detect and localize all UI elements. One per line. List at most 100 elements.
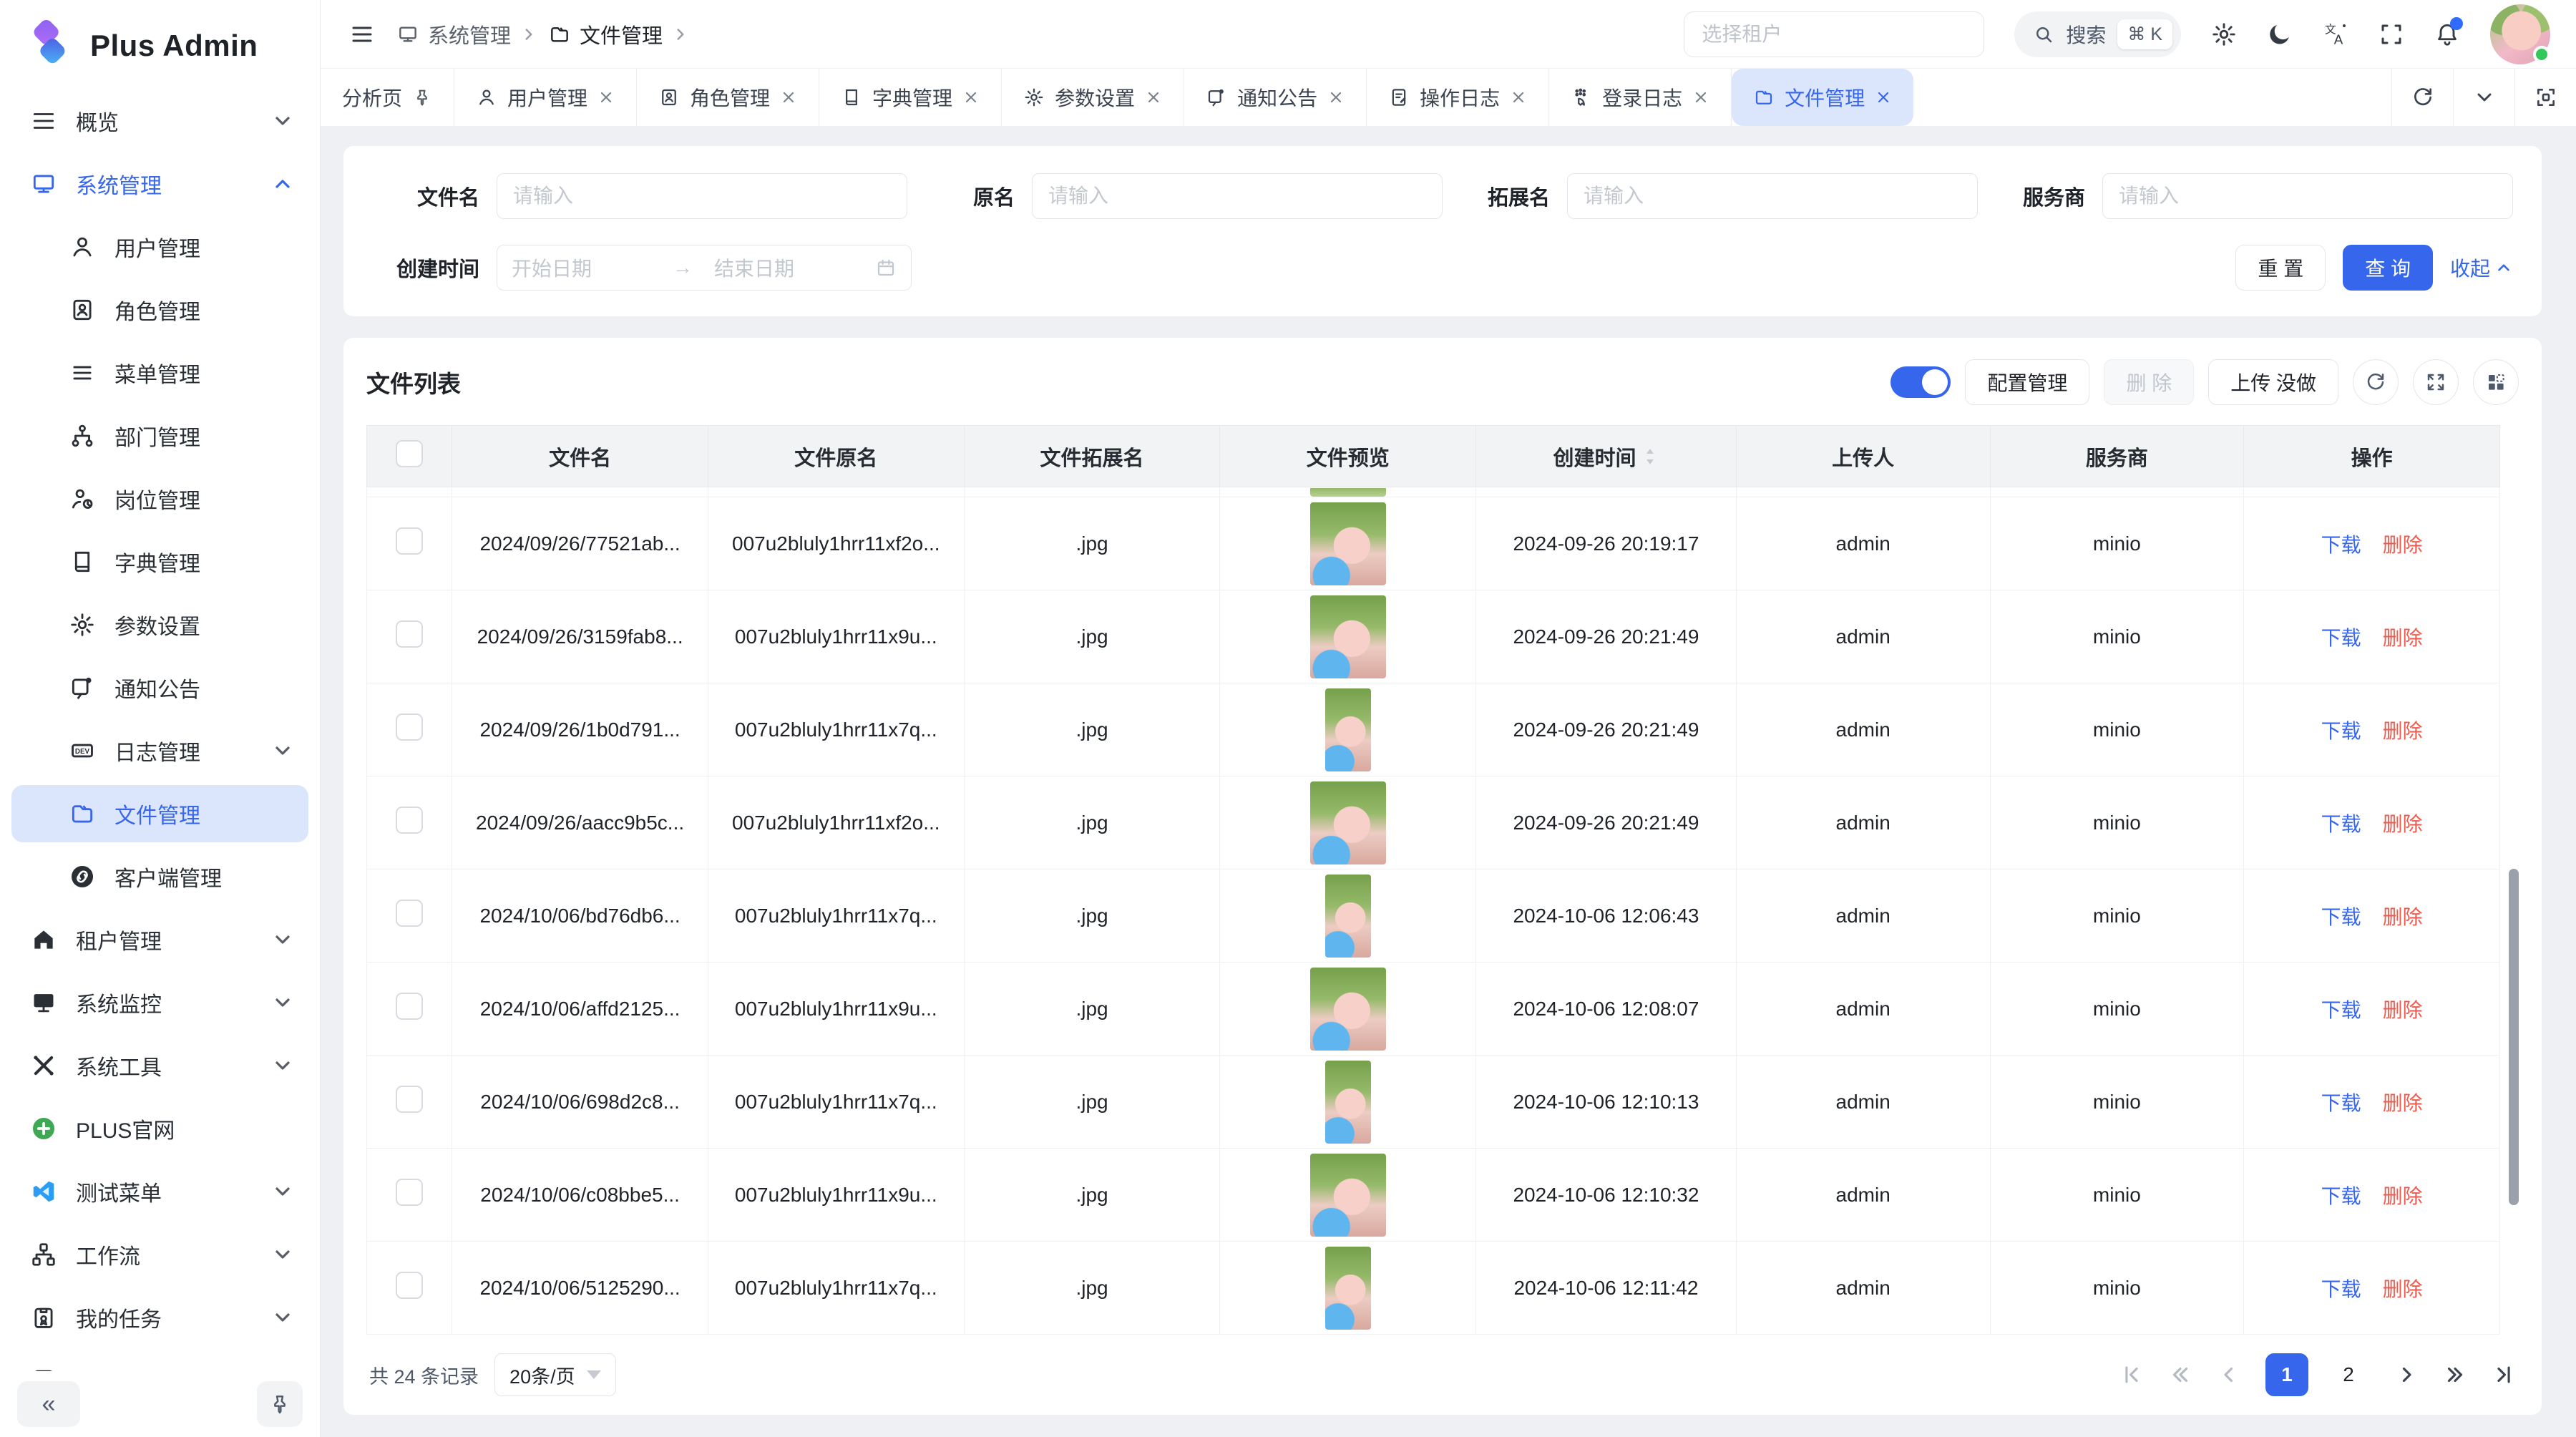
sidebar-subitem[interactable]: 参数设置 bbox=[11, 596, 308, 653]
row-checkbox[interactable] bbox=[396, 527, 423, 555]
notifications-bell-icon[interactable] bbox=[2434, 21, 2460, 47]
sidebar-item[interactable]: PLUS官网 bbox=[11, 1100, 308, 1157]
column-header[interactable]: 服务商 bbox=[1990, 426, 2244, 487]
download-link[interactable]: 下载 bbox=[2321, 530, 2361, 558]
file-thumbnail[interactable] bbox=[1310, 595, 1386, 678]
tab-close-icon[interactable] bbox=[597, 89, 615, 106]
tab-close-icon[interactable] bbox=[1692, 89, 1709, 106]
sidebar-item[interactable]: 工作流 bbox=[11, 1226, 308, 1283]
breadcrumb-item[interactable]: 系统管理 bbox=[396, 19, 538, 49]
delete-link[interactable]: 删除 bbox=[2383, 1274, 2423, 1302]
column-header[interactable]: 文件拓展名 bbox=[964, 426, 1220, 487]
sidebar-subitem[interactable]: 角色管理 bbox=[11, 281, 308, 338]
page-tab[interactable]: 操作日志 bbox=[1367, 69, 1549, 126]
column-header[interactable]: 操作 bbox=[2244, 426, 2500, 487]
translate-icon[interactable]: 文A bbox=[2323, 21, 2348, 47]
delete-link[interactable]: 删除 bbox=[2383, 716, 2423, 744]
tab-close-icon[interactable] bbox=[1327, 89, 1345, 106]
sidebar-collapse-button[interactable]: « bbox=[17, 1381, 80, 1427]
delete-link[interactable]: 删除 bbox=[2383, 530, 2423, 558]
page-tab[interactable]: 用户管理 bbox=[454, 69, 637, 126]
row-checkbox[interactable] bbox=[396, 1179, 423, 1206]
tab-menu-chevron-icon[interactable] bbox=[2453, 69, 2514, 126]
prev-page-icon[interactable] bbox=[2217, 1363, 2241, 1387]
search-button[interactable]: 查 询 bbox=[2343, 245, 2433, 291]
select-all-checkbox[interactable] bbox=[396, 440, 423, 467]
upload-button[interactable]: 上传 没做 bbox=[2208, 359, 2338, 405]
settings-gear-icon[interactable] bbox=[2211, 21, 2237, 47]
table-fullscreen-button[interactable] bbox=[2413, 359, 2459, 405]
sidebar-item[interactable]: 概览 bbox=[11, 92, 308, 150]
sidebar-subitem[interactable]: 客户端管理 bbox=[11, 848, 308, 905]
download-link[interactable]: 下载 bbox=[2321, 716, 2361, 744]
sidebar-pin-button[interactable] bbox=[257, 1381, 303, 1427]
sidebar-item[interactable]: 系统管理 bbox=[11, 155, 308, 213]
refresh-tab-icon[interactable] bbox=[2391, 69, 2453, 126]
page-tab[interactable]: 通知公告 bbox=[1184, 69, 1367, 126]
row-checkbox[interactable] bbox=[396, 993, 423, 1020]
download-link[interactable]: 下载 bbox=[2321, 623, 2361, 651]
tab-close-icon[interactable] bbox=[962, 89, 980, 106]
delete-link[interactable]: 删除 bbox=[2383, 809, 2423, 837]
sidebar-item[interactable]: 系统监控 bbox=[11, 974, 308, 1031]
file-thumbnail[interactable] bbox=[1310, 1154, 1386, 1237]
column-settings-button[interactable] bbox=[2473, 359, 2519, 405]
breadcrumb-item[interactable]: 文件管理 bbox=[548, 19, 690, 49]
table-scrollbar-thumb[interactable] bbox=[2509, 869, 2519, 1205]
download-link[interactable]: 下载 bbox=[2321, 995, 2361, 1023]
config-manage-button[interactable]: 配置管理 bbox=[1965, 359, 2089, 405]
sidebar-subitem[interactable]: 岗位管理 bbox=[11, 470, 308, 527]
file-thumbnail[interactable] bbox=[1325, 1061, 1371, 1144]
next-page-icon[interactable] bbox=[2394, 1363, 2419, 1387]
reset-button[interactable]: 重 置 bbox=[2235, 245, 2326, 291]
page-size-select[interactable]: 20条/页 bbox=[494, 1353, 616, 1396]
filter-field-input[interactable] bbox=[1032, 173, 1443, 219]
stripe-toggle[interactable] bbox=[1890, 366, 1951, 398]
filter-field-input[interactable] bbox=[2102, 173, 2513, 219]
column-header[interactable]: 创建时间 bbox=[1476, 426, 1737, 487]
tab-close-icon[interactable] bbox=[1145, 89, 1162, 106]
collapse-filters-link[interactable]: 收起 bbox=[2450, 253, 2513, 282]
sidebar-subitem[interactable]: 部门管理 bbox=[11, 407, 308, 464]
delete-button[interactable]: 删 除 bbox=[2104, 359, 2194, 405]
sidebar-subitem[interactable]: 菜单管理 bbox=[11, 344, 308, 401]
tenant-select-input[interactable] bbox=[1684, 11, 1984, 57]
tab-close-icon[interactable] bbox=[1875, 89, 1892, 106]
page-tab[interactable]: 参数设置 bbox=[1002, 69, 1184, 126]
delete-link[interactable]: 删除 bbox=[2383, 623, 2423, 651]
page-tab[interactable]: 字典管理 bbox=[819, 69, 1002, 126]
column-header[interactable]: 文件预览 bbox=[1220, 426, 1476, 487]
page-tab[interactable]: 文件管理 bbox=[1732, 69, 1913, 126]
date-range-picker[interactable]: 开始日期 → 结束日期 bbox=[497, 245, 912, 291]
file-thumbnail[interactable] bbox=[1310, 502, 1386, 585]
sidebar-item[interactable]: 租户管理 bbox=[11, 911, 308, 968]
file-thumbnail[interactable] bbox=[1310, 968, 1386, 1051]
first-page-icon[interactable] bbox=[2119, 1363, 2144, 1387]
page-tab[interactable]: 登录日志 bbox=[1549, 69, 1732, 126]
dark-mode-moon-icon[interactable] bbox=[2267, 21, 2293, 47]
row-checkbox[interactable] bbox=[396, 900, 423, 927]
last-page-icon[interactable] bbox=[2492, 1363, 2516, 1387]
hamburger-menu-icon[interactable] bbox=[349, 21, 375, 47]
sidebar-subitem[interactable]: 用户管理 bbox=[11, 218, 308, 276]
delete-link[interactable]: 删除 bbox=[2383, 1181, 2423, 1209]
sidebar-subitem[interactable]: 文件管理 bbox=[11, 785, 308, 842]
filter-field-input[interactable] bbox=[497, 173, 907, 219]
sidebar-subitem[interactable]: DEV 日志管理 bbox=[11, 722, 308, 779]
download-link[interactable]: 下载 bbox=[2321, 902, 2361, 930]
row-checkbox[interactable] bbox=[396, 713, 423, 741]
file-thumbnail[interactable] bbox=[1325, 1247, 1371, 1330]
page-tab[interactable]: 分析页 bbox=[321, 69, 454, 126]
page-tab[interactable]: 角色管理 bbox=[637, 69, 819, 126]
download-link[interactable]: 下载 bbox=[2321, 1274, 2361, 1302]
user-avatar[interactable] bbox=[2490, 4, 2550, 64]
row-checkbox[interactable] bbox=[396, 1272, 423, 1299]
row-checkbox[interactable] bbox=[396, 807, 423, 834]
file-thumbnail[interactable] bbox=[1325, 688, 1371, 771]
tenant-select[interactable] bbox=[1684, 11, 1984, 57]
delete-link[interactable]: 删除 bbox=[2383, 995, 2423, 1023]
page-number-button[interactable]: 1 bbox=[2265, 1353, 2308, 1396]
delete-link[interactable]: 删除 bbox=[2383, 902, 2423, 930]
sidebar-subitem[interactable]: 通知公告 bbox=[11, 659, 308, 716]
filter-field-input[interactable] bbox=[1567, 173, 1978, 219]
